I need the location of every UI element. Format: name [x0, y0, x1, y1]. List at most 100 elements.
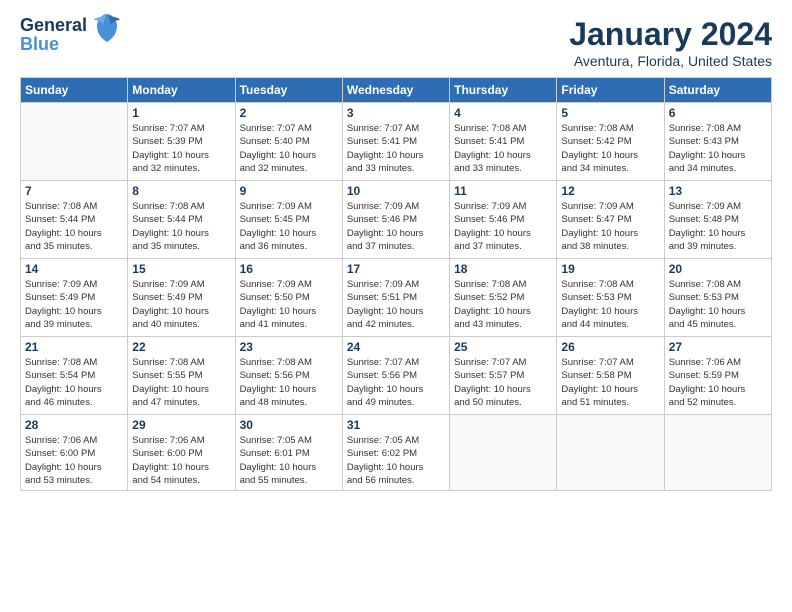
day-number: 23 [240, 340, 338, 354]
day-info: Sunrise: 7:08 AMSunset: 5:43 PMDaylight:… [669, 122, 767, 175]
day-cell: 4 Sunrise: 7:08 AMSunset: 5:41 PMDaylight… [450, 103, 557, 181]
day-number: 31 [347, 418, 445, 432]
day-info: Sunrise: 7:08 AMSunset: 5:44 PMDaylight:… [25, 200, 123, 253]
day-cell: 26 Sunrise: 7:07 AMSunset: 5:58 PMDayligh… [557, 337, 664, 415]
day-info: Sunrise: 7:07 AMSunset: 5:58 PMDaylight:… [561, 356, 659, 409]
weekday-header-sunday: Sunday [21, 78, 128, 103]
day-info: Sunrise: 7:08 AMSunset: 5:53 PMDaylight:… [669, 278, 767, 331]
day-info: Sunrise: 7:05 AMSunset: 6:02 PMDaylight:… [347, 434, 445, 487]
day-cell [21, 103, 128, 181]
logo-general: General [20, 16, 87, 35]
day-cell: 21 Sunrise: 7:08 AMSunset: 5:54 PMDayligh… [21, 337, 128, 415]
day-info: Sunrise: 7:08 AMSunset: 5:41 PMDaylight:… [454, 122, 552, 175]
day-cell: 8 Sunrise: 7:08 AMSunset: 5:44 PMDaylight… [128, 181, 235, 259]
weekday-header-tuesday: Tuesday [235, 78, 342, 103]
day-cell: 17Sunrise: 7:09 AMSunset: 5:51 PMDayligh… [342, 259, 449, 337]
day-number: 16 [240, 262, 338, 276]
calendar-table: SundayMondayTuesdayWednesdayThursdayFrid… [20, 77, 772, 491]
day-cell: 31 Sunrise: 7:05 AMSunset: 6:02 PMDayligh… [342, 415, 449, 491]
day-cell [450, 415, 557, 491]
week-row-2: 7 Sunrise: 7:08 AMSunset: 5:44 PMDaylight… [21, 181, 772, 259]
page: General Blue January 2024 Aventura, Flor… [0, 0, 792, 501]
day-number: 15 [132, 262, 230, 276]
logo-blue: Blue [20, 35, 87, 54]
day-info: Sunrise: 7:08 AMSunset: 5:54 PMDaylight:… [25, 356, 123, 409]
week-row-1: 1 Sunrise: 7:07 AMSunset: 5:39 PMDaylight… [21, 103, 772, 181]
title-area: January 2024 Aventura, Florida, United S… [569, 16, 772, 69]
day-number: 26 [561, 340, 659, 354]
month-title: January 2024 [569, 16, 772, 53]
day-cell: 23 Sunrise: 7:08 AMSunset: 5:56 PMDayligh… [235, 337, 342, 415]
day-info: Sunrise: 7:07 AMSunset: 5:57 PMDaylight:… [454, 356, 552, 409]
weekday-header-wednesday: Wednesday [342, 78, 449, 103]
weekday-header-saturday: Saturday [664, 78, 771, 103]
day-cell: 16Sunrise: 7:09 AMSunset: 5:50 PMDayligh… [235, 259, 342, 337]
day-info: Sunrise: 7:09 AMSunset: 5:46 PMDaylight:… [454, 200, 552, 253]
day-cell: 24 Sunrise: 7:07 AMSunset: 5:56 PMDayligh… [342, 337, 449, 415]
day-cell: 2 Sunrise: 7:07 AMSunset: 5:40 PMDaylight… [235, 103, 342, 181]
day-info: Sunrise: 7:05 AMSunset: 6:01 PMDaylight:… [240, 434, 338, 487]
day-info: Sunrise: 7:09 AMSunset: 5:47 PMDaylight:… [561, 200, 659, 253]
day-info: Sunrise: 7:09 AMSunset: 5:45 PMDaylight:… [240, 200, 338, 253]
day-number: 5 [561, 106, 659, 120]
day-cell: 27 Sunrise: 7:06 AMSunset: 5:59 PMDayligh… [664, 337, 771, 415]
day-number: 11 [454, 184, 552, 198]
week-row-3: 14 Sunrise: 7:09 AMSunset: 5:49 PMDayligh… [21, 259, 772, 337]
day-info: Sunrise: 7:07 AMSunset: 5:56 PMDaylight:… [347, 356, 445, 409]
day-cell: 7 Sunrise: 7:08 AMSunset: 5:44 PMDaylight… [21, 181, 128, 259]
day-cell: 25 Sunrise: 7:07 AMSunset: 5:57 PMDayligh… [450, 337, 557, 415]
day-number: 19 [561, 262, 659, 276]
day-number: 13 [669, 184, 767, 198]
day-cell: 9Sunrise: 7:09 AMSunset: 5:45 PMDaylight… [235, 181, 342, 259]
day-info: Sunrise: 7:08 AMSunset: 5:53 PMDaylight:… [561, 278, 659, 331]
day-info: Sunrise: 7:08 AMSunset: 5:44 PMDaylight:… [132, 200, 230, 253]
day-cell [664, 415, 771, 491]
day-cell: 28 Sunrise: 7:06 AMSunset: 6:00 PMDayligh… [21, 415, 128, 491]
day-number: 27 [669, 340, 767, 354]
day-info: Sunrise: 7:09 AMSunset: 5:49 PMDaylight:… [132, 278, 230, 331]
day-number: 14 [25, 262, 123, 276]
day-number: 2 [240, 106, 338, 120]
day-cell: 5Sunrise: 7:08 AMSunset: 5:42 PMDaylight… [557, 103, 664, 181]
day-cell: 1 Sunrise: 7:07 AMSunset: 5:39 PMDaylight… [128, 103, 235, 181]
day-number: 29 [132, 418, 230, 432]
day-info: Sunrise: 7:08 AMSunset: 5:56 PMDaylight:… [240, 356, 338, 409]
day-number: 28 [25, 418, 123, 432]
day-number: 8 [132, 184, 230, 198]
day-number: 1 [132, 106, 230, 120]
day-number: 7 [25, 184, 123, 198]
header: General Blue January 2024 Aventura, Flor… [20, 16, 772, 69]
day-info: Sunrise: 7:06 AMSunset: 6:00 PMDaylight:… [25, 434, 123, 487]
day-cell: 12 Sunrise: 7:09 AMSunset: 5:47 PMDayligh… [557, 181, 664, 259]
day-info: Sunrise: 7:08 AMSunset: 5:55 PMDaylight:… [132, 356, 230, 409]
weekday-header-row: SundayMondayTuesdayWednesdayThursdayFrid… [21, 78, 772, 103]
day-number: 18 [454, 262, 552, 276]
day-cell: 3Sunrise: 7:07 AMSunset: 5:41 PMDaylight… [342, 103, 449, 181]
day-number: 25 [454, 340, 552, 354]
week-row-4: 21 Sunrise: 7:08 AMSunset: 5:54 PMDayligh… [21, 337, 772, 415]
day-cell: 22Sunrise: 7:08 AMSunset: 5:55 PMDayligh… [128, 337, 235, 415]
day-cell: 14 Sunrise: 7:09 AMSunset: 5:49 PMDayligh… [21, 259, 128, 337]
day-number: 24 [347, 340, 445, 354]
day-cell: 10Sunrise: 7:09 AMSunset: 5:46 PMDayligh… [342, 181, 449, 259]
day-number: 12 [561, 184, 659, 198]
day-info: Sunrise: 7:07 AMSunset: 5:39 PMDaylight:… [132, 122, 230, 175]
day-info: Sunrise: 7:09 AMSunset: 5:49 PMDaylight:… [25, 278, 123, 331]
day-cell: 6Sunrise: 7:08 AMSunset: 5:43 PMDaylight… [664, 103, 771, 181]
day-info: Sunrise: 7:09 AMSunset: 5:46 PMDaylight:… [347, 200, 445, 253]
day-cell: 15 Sunrise: 7:09 AMSunset: 5:49 PMDayligh… [128, 259, 235, 337]
day-info: Sunrise: 7:07 AMSunset: 5:40 PMDaylight:… [240, 122, 338, 175]
day-cell: 11 Sunrise: 7:09 AMSunset: 5:46 PMDayligh… [450, 181, 557, 259]
day-number: 4 [454, 106, 552, 120]
day-cell: 29Sunrise: 7:06 AMSunset: 6:00 PMDayligh… [128, 415, 235, 491]
day-cell: 30Sunrise: 7:05 AMSunset: 6:01 PMDayligh… [235, 415, 342, 491]
day-number: 21 [25, 340, 123, 354]
day-cell: 19 Sunrise: 7:08 AMSunset: 5:53 PMDayligh… [557, 259, 664, 337]
day-cell: 20Sunrise: 7:08 AMSunset: 5:53 PMDayligh… [664, 259, 771, 337]
logo-bird-icon [92, 12, 122, 48]
week-row-5: 28 Sunrise: 7:06 AMSunset: 6:00 PMDayligh… [21, 415, 772, 491]
day-cell [557, 415, 664, 491]
day-cell: 18Sunrise: 7:08 AMSunset: 5:52 PMDayligh… [450, 259, 557, 337]
day-info: Sunrise: 7:06 AMSunset: 5:59 PMDaylight:… [669, 356, 767, 409]
weekday-header-friday: Friday [557, 78, 664, 103]
